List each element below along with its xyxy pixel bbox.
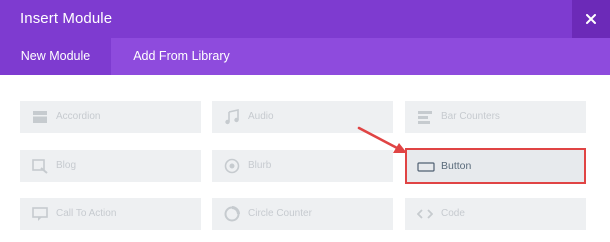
code-icon	[417, 209, 433, 219]
module-code[interactable]: Code	[405, 198, 586, 230]
insert-module-dialog: Insert Module New Module Add From Librar…	[0, 0, 610, 242]
circle-counter-icon	[224, 206, 240, 222]
dialog-title: Insert Module	[20, 10, 113, 27]
blurb-icon	[224, 158, 240, 174]
bar-counters-icon	[418, 111, 432, 124]
tab-add-from-library[interactable]: Add From Library	[111, 38, 252, 75]
module-label: Button	[441, 160, 472, 172]
blog-icon	[32, 159, 48, 174]
module-label: Audio	[248, 111, 274, 122]
module-accordion[interactable]: Accordion	[20, 101, 201, 133]
close-icon	[586, 14, 596, 24]
module-label: Blog	[56, 160, 77, 171]
module-circle-counter[interactable]: Circle Counter	[212, 198, 393, 230]
red-arrow-annotation	[357, 126, 407, 153]
module-label: Call To Action	[56, 208, 117, 219]
module-label: Blurb	[248, 160, 272, 171]
dialog-header: Insert Module	[0, 0, 610, 38]
accordion-icon	[33, 111, 47, 123]
call-to-action-icon	[32, 207, 48, 221]
button-icon	[417, 162, 435, 172]
tab-bar: New Module Add From Library	[0, 38, 610, 75]
module-grid: Accordion Audio Bar Counters Blog Blurb …	[0, 75, 610, 242]
module-button[interactable]: Button	[405, 148, 586, 184]
module-bar-counters[interactable]: Bar Counters	[405, 101, 586, 133]
module-label: Accordion	[56, 111, 101, 122]
module-call-to-action[interactable]: Call To Action	[20, 198, 201, 230]
module-label: Code	[441, 208, 465, 219]
audio-icon	[225, 109, 239, 125]
module-label: Bar Counters	[441, 111, 500, 122]
tab-new-module[interactable]: New Module	[0, 38, 111, 75]
module-label: Circle Counter	[248, 208, 312, 219]
module-blog[interactable]: Blog	[20, 150, 201, 182]
close-button[interactable]	[572, 0, 610, 38]
